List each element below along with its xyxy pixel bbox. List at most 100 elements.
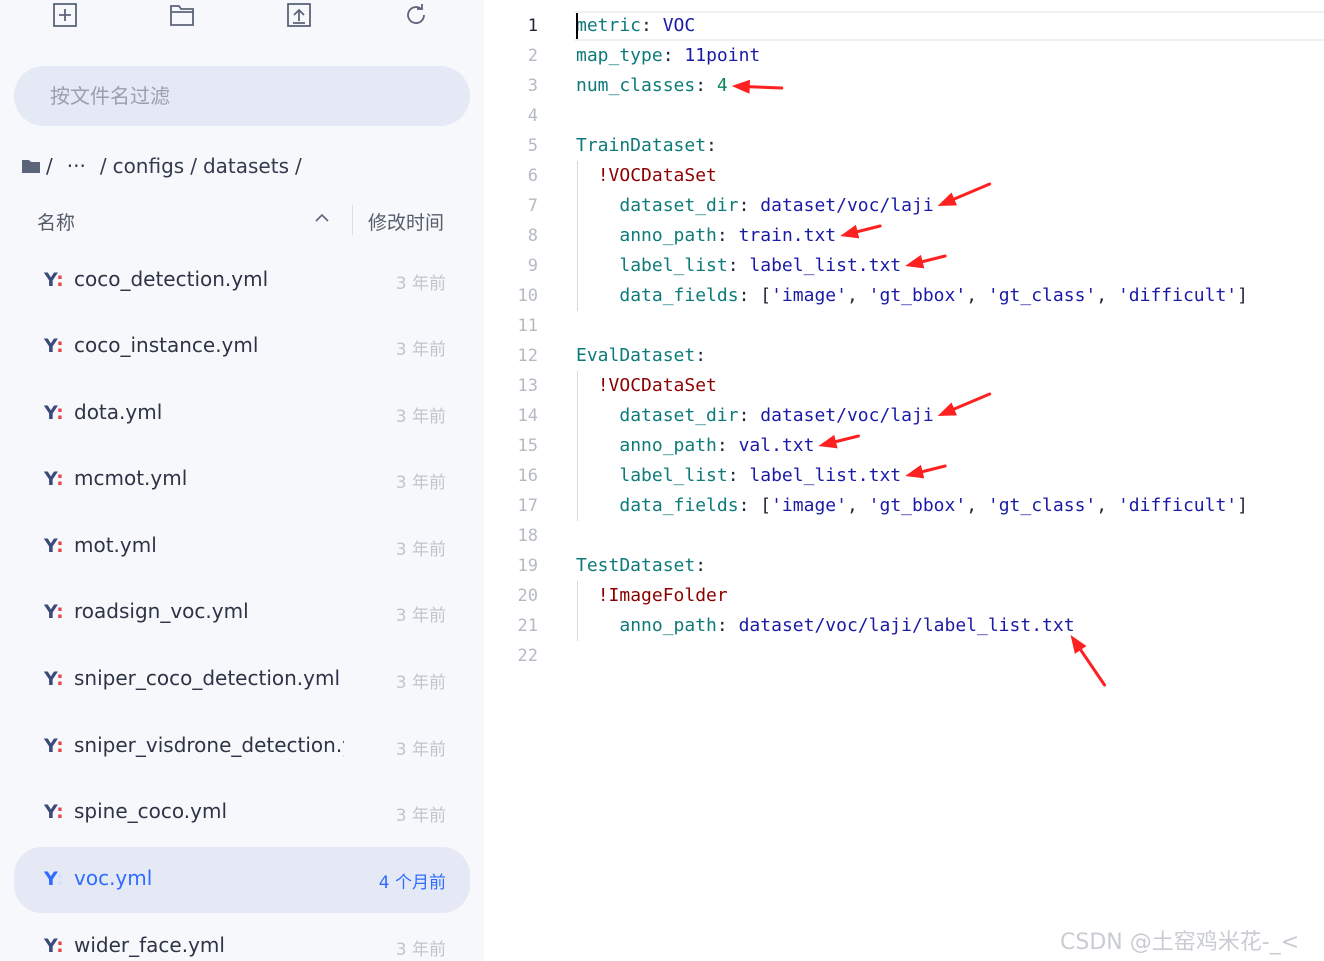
code-line[interactable]: TrainDataset:: [576, 131, 717, 161]
line-number: 11: [517, 316, 538, 336]
file-modified-time: 3 年前: [395, 473, 446, 493]
code-line[interactable]: data_fields: ['image', 'gt_bbox', 'gt_cl…: [576, 281, 1248, 311]
code-token: label_list: [619, 465, 728, 486]
code-line[interactable]: !VOCDataSet: [576, 371, 717, 401]
line-number: 15: [517, 436, 538, 456]
code-line[interactable]: map_type: 11point: [576, 41, 760, 71]
watermark: CSDN @土窑鸡米花-_<: [1060, 930, 1300, 955]
file-modified-time: 3 年前: [395, 274, 446, 294]
filename-filter-input[interactable]: [14, 66, 470, 126]
code-token: ,: [966, 285, 988, 306]
file-row[interactable]: Y: sniper_coco_detection.yml 3 年前: [14, 647, 470, 713]
line-number: 16: [517, 466, 538, 486]
code-token: :: [716, 225, 739, 246]
indent-guide: [577, 161, 578, 311]
code-token: anno_path: [619, 435, 717, 456]
code-token: :: [716, 615, 739, 636]
code-line[interactable]: label_list: label_list.txt: [576, 251, 901, 281]
code-line[interactable]: metric: VOC: [576, 11, 695, 41]
code-token: :: [727, 465, 750, 486]
code-token: 'difficult': [1117, 285, 1238, 306]
breadcrumb-datasets[interactable]: datasets: [203, 154, 289, 178]
line-number: 22: [517, 646, 538, 666]
code-line[interactable]: data_fields: ['image', 'gt_bbox', 'gt_cl…: [576, 491, 1248, 521]
line-number: 4: [527, 106, 538, 126]
code-line[interactable]: dataset_dir: dataset/voc/laji: [576, 401, 933, 431]
breadcrumb-configs[interactable]: configs: [113, 154, 185, 178]
file-row[interactable]: Y: coco_detection.yml 3 年前: [14, 248, 470, 314]
file-row[interactable]: Y: mcmot.yml 3 年前: [14, 447, 470, 513]
indent-guide: [577, 581, 578, 641]
code-token: 4: [716, 75, 728, 96]
code-line[interactable]: label_list: label_list.txt: [576, 461, 901, 491]
file-row[interactable]: Y: dota.yml 3 年前: [14, 381, 470, 447]
code-token: dataset_dir: [619, 405, 739, 426]
code-token: :: [662, 45, 685, 66]
code-line[interactable]: !VOCDataSet: [576, 161, 717, 191]
breadcrumb-root[interactable]: /: [46, 154, 53, 178]
code-line[interactable]: anno_path: val.txt: [576, 431, 814, 461]
line-number: 13: [517, 376, 538, 396]
file-name: coco_instance.yml: [74, 333, 259, 357]
file-row[interactable]: Y: wider_face.yml 3 年前: [14, 914, 470, 961]
code-line[interactable]: EvalDataset:: [576, 341, 706, 371]
file-row[interactable]: Y: mot.yml 3 年前: [14, 514, 470, 580]
file-modified-time: 3 年前: [395, 673, 446, 693]
code-token: dataset/voc/laji: [760, 195, 934, 216]
yaml-file-icon: Y:: [44, 868, 64, 890]
code-token: label_list.txt: [749, 255, 902, 276]
refresh-button[interactable]: [402, 0, 430, 30]
new-folder-button[interactable]: [168, 0, 196, 30]
line-number: 20: [517, 586, 538, 606]
file-row[interactable]: Y: coco_instance.yml 3 年前: [14, 314, 470, 380]
name-column-header[interactable]: 名称: [37, 208, 75, 235]
breadcrumb-separator: /: [190, 154, 197, 178]
file-name: coco_detection.yml: [74, 267, 269, 291]
file-name: voc.yml: [74, 866, 153, 890]
file-row[interactable]: Y: voc.yml 4 个月前: [14, 847, 470, 913]
code-token: ,: [846, 495, 869, 516]
code-line[interactable]: TestDataset:: [576, 551, 706, 581]
yaml-file-icon: Y:: [44, 468, 64, 490]
file-row[interactable]: Y: roadsign_voc.yml 3 年前: [14, 580, 470, 646]
code-editor[interactable]: 1 2 3 4 5 6 7 8 9 10 11 12 13 14 15 16 17 18 19 20 21 22 metr…: [490, 0, 1324, 961]
code-line[interactable]: !ImageFolder: [576, 581, 728, 611]
code-token: dataset_dir: [619, 195, 739, 216]
modified-time-column-header[interactable]: 修改时间: [368, 208, 444, 235]
file-row[interactable]: Y: sniper_visdrone_detection.yn 3 年前: [14, 714, 470, 780]
folder-icon: [22, 160, 40, 173]
code-token: metric: [576, 15, 642, 36]
code-token: 'image': [771, 495, 847, 516]
code-token: ,: [846, 285, 869, 306]
file-explorer-sidebar: / ··· / configs / datasets / 名称 修改时间 Y: c…: [0, 0, 484, 961]
line-number: 14: [517, 406, 538, 426]
breadcrumb-separator: /: [295, 154, 302, 178]
code-token: :: [738, 405, 761, 426]
code-line[interactable]: anno_path: train.txt: [576, 221, 836, 251]
code-token: ]: [1237, 495, 1248, 516]
code-token: 'gt_class': [987, 285, 1097, 306]
code-line[interactable]: dataset_dir: dataset/voc/laji: [576, 191, 934, 221]
indent-guide: [577, 371, 578, 521]
sort-ascending-icon[interactable]: [312, 208, 332, 228]
upload-icon: [287, 3, 311, 27]
code-line[interactable]: num_classes: 4: [576, 71, 728, 101]
upload-button[interactable]: [285, 0, 313, 30]
file-modified-time: 3 年前: [395, 740, 446, 760]
file-row[interactable]: Y: spine_coco.yml 3 年前: [14, 780, 470, 846]
new-file-button[interactable]: [51, 0, 79, 30]
code-token: :: [641, 15, 663, 36]
code-token: :: [716, 435, 739, 456]
code-token: ,: [1096, 495, 1118, 516]
code-line[interactable]: anno_path: dataset/voc/laji/label_list.t…: [576, 611, 1075, 641]
code-token: 'gt_class': [987, 495, 1097, 516]
line-number: 3: [527, 76, 538, 96]
text-cursor: [576, 13, 578, 39]
breadcrumb-ellipsis[interactable]: ···: [67, 154, 86, 178]
code-token: dataset/voc/laji/label_list.txt: [738, 615, 1075, 636]
code-token: EvalDataset: [576, 345, 696, 366]
